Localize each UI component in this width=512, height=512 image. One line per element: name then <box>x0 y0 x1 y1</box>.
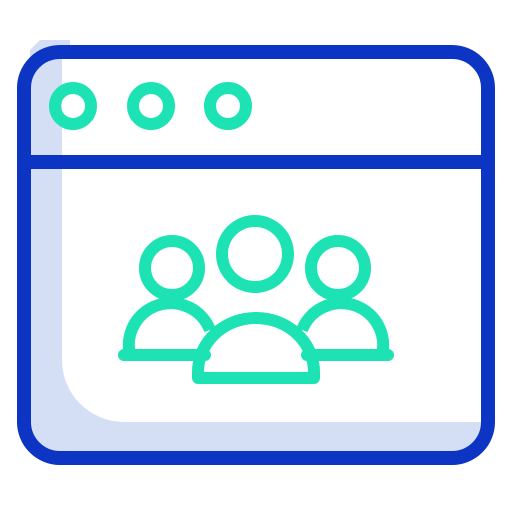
browser-community-icon <box>0 0 512 512</box>
window-dot-3 <box>204 82 252 130</box>
window-shade <box>30 40 482 458</box>
window-dot-1 <box>49 82 97 130</box>
person-left-head <box>139 235 205 301</box>
window-dot-2 <box>127 82 175 130</box>
person-center-body <box>192 312 320 384</box>
person-center-head <box>216 215 294 293</box>
person-right-head <box>305 235 371 301</box>
